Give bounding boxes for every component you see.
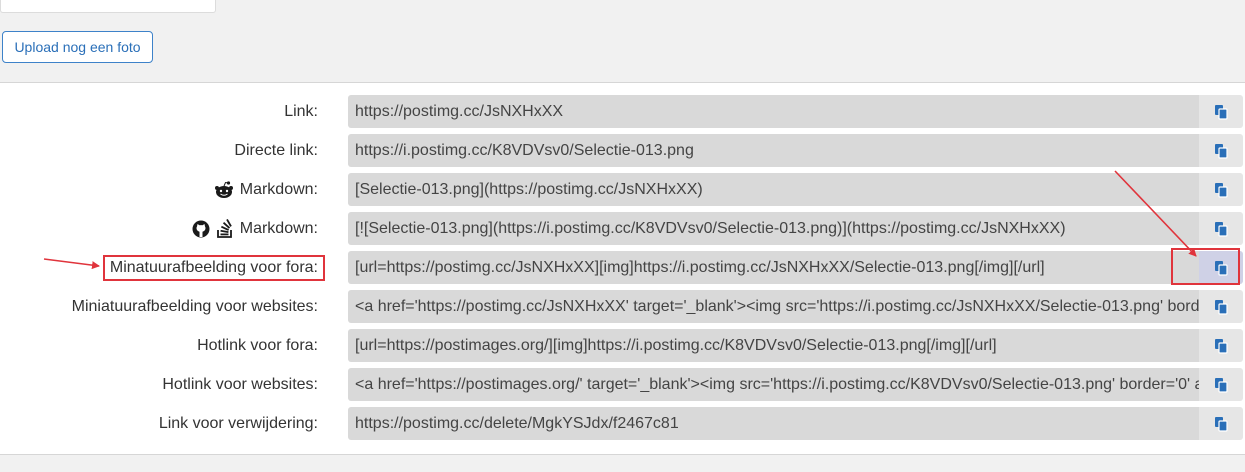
- row-thumbnail-forum: Minatuurafbeelding voor fora:: [0, 251, 1245, 284]
- row-label: Hotlink voor fora:: [197, 336, 318, 354]
- row-reddit-markdown: Markdown:: [0, 173, 1245, 206]
- copy-button[interactable]: [1199, 212, 1243, 245]
- copy-button[interactable]: [1199, 290, 1243, 323]
- copy-icon: [1215, 143, 1228, 159]
- row-hotlink-forum: Hotlink voor fora:: [0, 329, 1245, 362]
- direct-link-field[interactable]: [348, 134, 1199, 167]
- annotation-label-highlight: Minatuurafbeelding voor fora:: [102, 254, 325, 281]
- thumbnail-forum-field[interactable]: [348, 251, 1199, 284]
- row-label: Link:: [284, 102, 318, 120]
- copy-icon: [1215, 260, 1228, 276]
- row-github-markdown: Markdown:: [0, 212, 1245, 245]
- row-link: Link:: [0, 95, 1245, 128]
- copy-icon: [1215, 377, 1228, 393]
- reddit-icon: [214, 180, 233, 198]
- copy-button-thumbnail-forum[interactable]: [1199, 251, 1243, 284]
- share-links-panel: Link: Directe link: Markdown:: [0, 82, 1245, 455]
- upload-another-photo-button[interactable]: Upload nog een foto: [2, 31, 153, 63]
- thumbnail-websites-field[interactable]: [348, 290, 1199, 323]
- hotlink-websites-field[interactable]: [348, 368, 1199, 401]
- copy-icon: [1215, 182, 1228, 198]
- link-field[interactable]: [348, 95, 1199, 128]
- copy-icon: [1215, 221, 1228, 237]
- row-label: Markdown:: [192, 212, 318, 245]
- delete-link-field[interactable]: [348, 407, 1199, 440]
- hotlink-forum-field[interactable]: [348, 329, 1199, 362]
- row-label: Hotlink voor websites:: [162, 375, 318, 393]
- copy-icon: [1215, 104, 1228, 120]
- copy-button[interactable]: [1199, 95, 1243, 128]
- row-label: Link voor verwijdering:: [158, 414, 318, 432]
- copy-icon: [1215, 416, 1228, 432]
- copy-button[interactable]: [1199, 368, 1243, 401]
- row-thumbnail-websites: Miniatuurafbeelding voor websites:: [0, 290, 1245, 323]
- copy-button[interactable]: [1199, 134, 1243, 167]
- copy-button[interactable]: [1199, 173, 1243, 206]
- previous-panel-edge: [0, 0, 216, 13]
- copy-icon: [1215, 338, 1228, 354]
- reddit-markdown-field[interactable]: [348, 173, 1199, 206]
- row-label: Directe link:: [234, 141, 318, 159]
- row-delete-link: Link voor verwijdering:: [0, 407, 1245, 440]
- row-label: Minatuurafbeelding voor fora:: [102, 251, 325, 284]
- row-direct-link: Directe link:: [0, 134, 1245, 167]
- github-markdown-field[interactable]: [348, 212, 1199, 245]
- github-icon: [192, 220, 210, 237]
- copy-icon: [1215, 299, 1228, 315]
- stackoverflow-icon: [216, 218, 232, 238]
- copy-button[interactable]: [1199, 407, 1243, 440]
- row-label: Miniatuurafbeelding voor websites:: [71, 297, 318, 315]
- row-hotlink-websites: Hotlink voor websites:: [0, 368, 1245, 401]
- row-label: Markdown:: [214, 173, 318, 206]
- copy-button[interactable]: [1199, 329, 1243, 362]
